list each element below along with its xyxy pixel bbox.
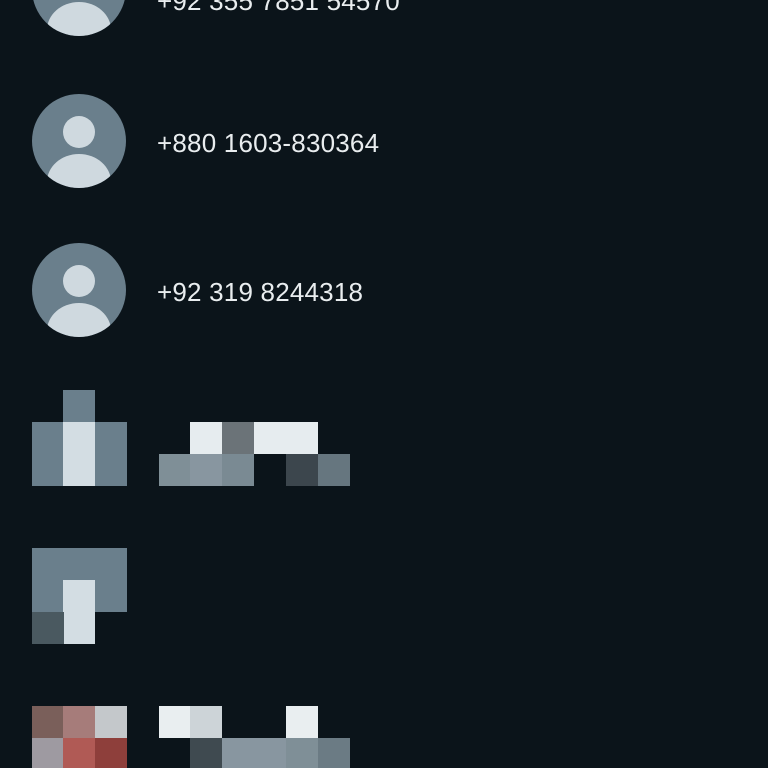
contact-row[interactable]: +880 1603-830364 bbox=[0, 94, 768, 188]
avatar bbox=[32, 0, 126, 36]
avatar-head-icon bbox=[63, 116, 95, 148]
redacted-contact-row[interactable] bbox=[0, 390, 768, 486]
avatar-body-icon bbox=[47, 303, 111, 337]
avatar bbox=[32, 243, 126, 337]
contact-row[interactable]: +92 319 8244318 bbox=[0, 243, 768, 337]
contact-number: +880 1603-830364 bbox=[157, 128, 380, 158]
contact-row[interactable]: +92 355 7851 54570 bbox=[0, 0, 768, 102]
contact-number: +92 355 7851 54570 bbox=[157, 0, 400, 16]
avatar-body-icon bbox=[47, 154, 111, 188]
redacted-contact-row[interactable] bbox=[0, 706, 768, 768]
contact-number: +92 319 8244318 bbox=[157, 277, 364, 307]
redacted-contact-row[interactable] bbox=[0, 548, 768, 644]
avatar-body-icon bbox=[47, 2, 111, 36]
avatar bbox=[32, 94, 126, 188]
avatar-head-icon bbox=[63, 265, 95, 297]
